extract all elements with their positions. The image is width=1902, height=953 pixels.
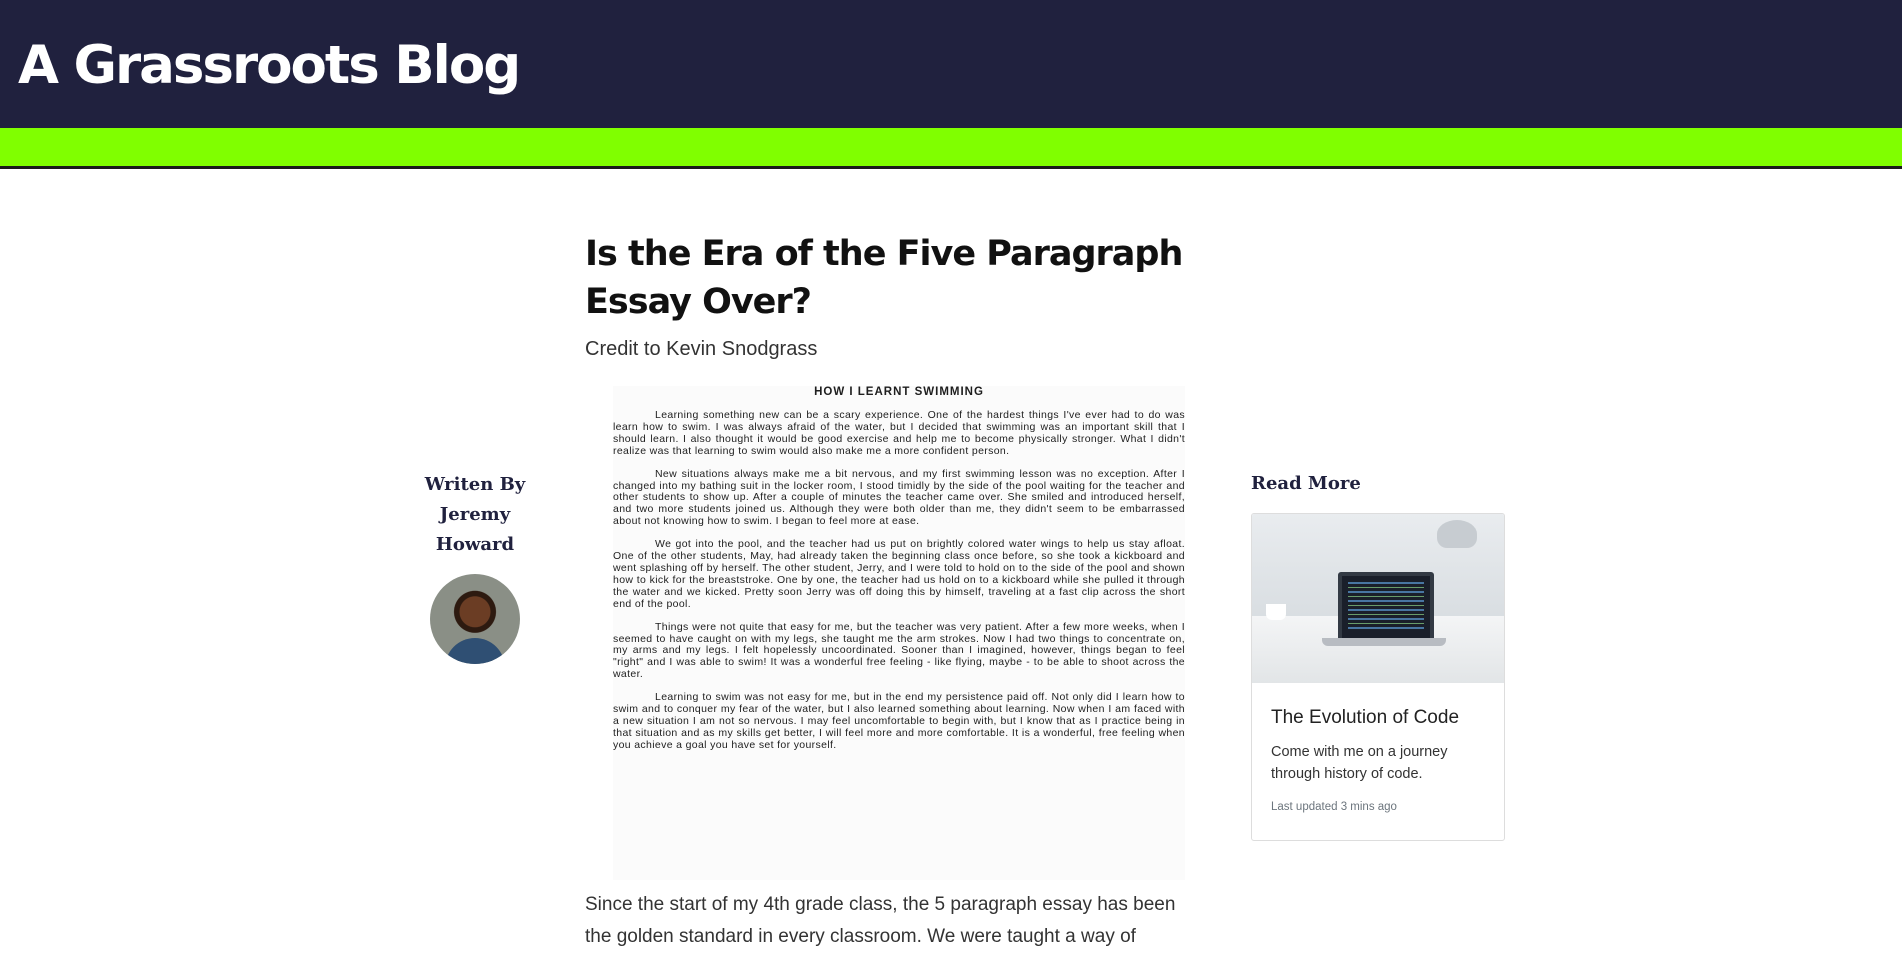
accent-bar bbox=[0, 128, 1902, 169]
essay-image: HOW I LEARNT SWIMMING Learning something… bbox=[613, 386, 1185, 880]
card-title[interactable]: The Evolution of Code bbox=[1271, 705, 1485, 731]
essay-paragraph: We got into the pool, and the teacher ha… bbox=[613, 538, 1185, 610]
article-body: Since the start of my 4th grade class, t… bbox=[585, 894, 1176, 947]
related-post-card[interactable]: The Evolution of Code Come with me on a … bbox=[1251, 513, 1505, 841]
laptop-base-shape bbox=[1322, 638, 1446, 646]
written-by-label: Writen By bbox=[424, 474, 526, 495]
site-title[interactable]: A Grassroots Blog bbox=[18, 30, 521, 102]
card-body: The Evolution of Code Come with me on a … bbox=[1252, 683, 1504, 835]
lamp-shape bbox=[1437, 520, 1477, 548]
essay-paragraph: Things were not quite that easy for me, … bbox=[613, 620, 1185, 681]
avatar-shirt bbox=[445, 638, 505, 664]
laptop-desk-image[interactable] bbox=[1252, 514, 1504, 683]
essay-paragraph: Learning to swim was not easy for me, bu… bbox=[613, 691, 1185, 751]
article-credit: Credit to Kevin Snodgrass bbox=[585, 338, 818, 360]
site-header: A Grassroots Blog bbox=[0, 0, 1902, 128]
sidebar: Read More The Evolution of Code Come wit… bbox=[1251, 470, 1505, 841]
article-title: Is the Era of the Five Paragraph Essay O… bbox=[585, 234, 1183, 322]
article: Is the Era of the Five Paragraph Essay O… bbox=[585, 230, 1225, 953]
essay-heading: HOW I LEARNT SWIMMING bbox=[814, 386, 984, 398]
essay-paragraph: New situations always make me a bit nerv… bbox=[613, 467, 1185, 528]
read-more-heading: Read More bbox=[1251, 473, 1361, 494]
card-text: Come with me on a journey through histor… bbox=[1271, 744, 1448, 782]
essay-paragraph: Learning something new can be a scary ex… bbox=[613, 409, 1185, 457]
laptop-screen-shape bbox=[1338, 572, 1434, 642]
card-meta: Last updated 3 mins ago bbox=[1271, 801, 1397, 813]
mug-shape bbox=[1266, 604, 1286, 620]
author-avatar bbox=[430, 574, 520, 664]
author-name: Jeremy Howard bbox=[435, 504, 515, 555]
author-panel: Writen By Jeremy Howard bbox=[400, 470, 550, 664]
